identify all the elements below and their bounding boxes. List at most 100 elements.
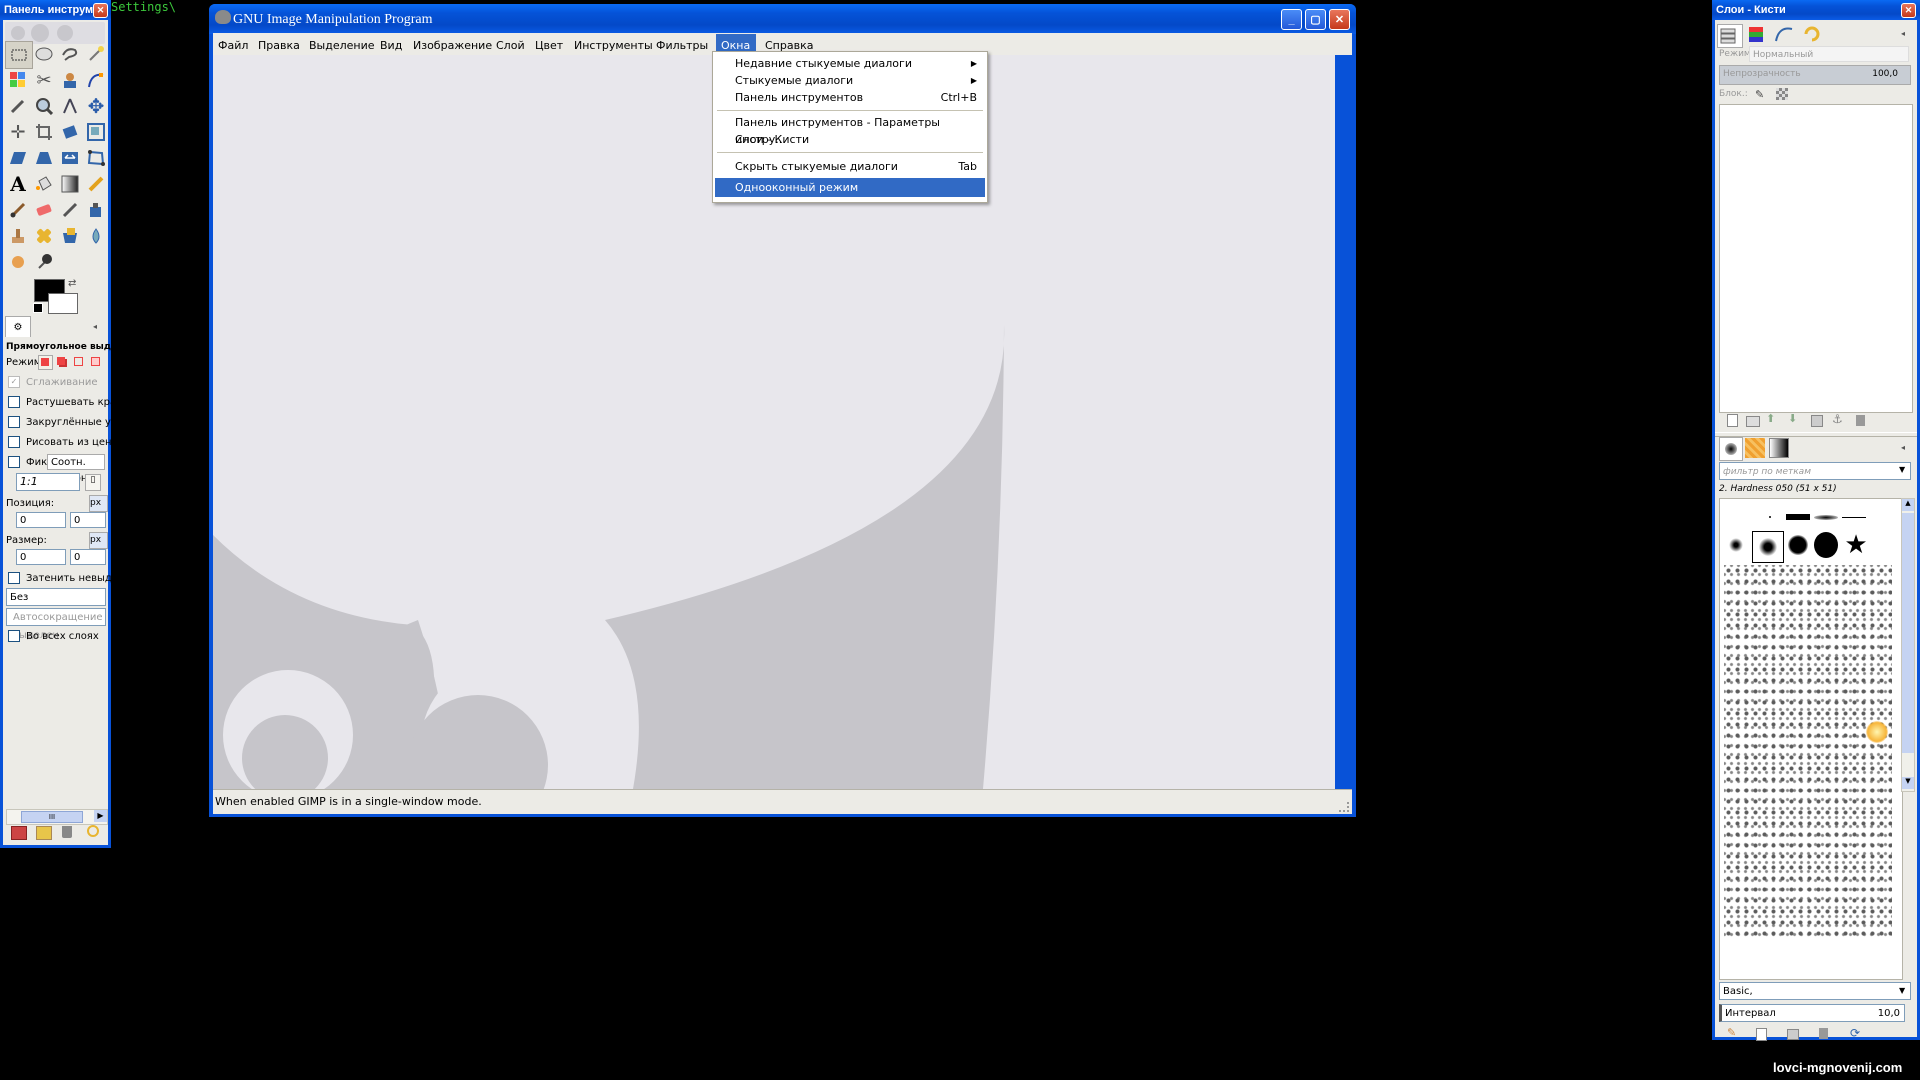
mode-intersect-button[interactable]	[89, 355, 102, 368]
highlight-option[interactable]: Затенить невыделен	[8, 572, 137, 584]
scroll-thumb[interactable]	[1902, 513, 1914, 753]
position-unit-select[interactable]: px	[89, 495, 108, 512]
tab-paths[interactable]	[1773, 24, 1797, 46]
ratio-input[interactable]: 1:1	[16, 473, 80, 491]
tag-filter-dropdown-icon[interactable]: ▼	[1899, 465, 1905, 474]
align-tool-icon[interactable]: ✛	[5, 119, 31, 145]
rotate-tool-icon[interactable]	[57, 119, 83, 145]
mode-subtract-button[interactable]	[72, 355, 85, 368]
menu-tools[interactable]: Инструменты	[574, 39, 653, 52]
menu-image[interactable]: Изображение	[413, 39, 492, 52]
paths-tool-icon[interactable]	[83, 67, 109, 93]
tab-channels[interactable]	[1745, 24, 1769, 46]
tab-gradients[interactable]	[1769, 438, 1789, 458]
delete-options-icon[interactable]	[62, 826, 72, 838]
menu-item-hide-docks[interactable]: Скрыть стыкуемые диалоги Tab	[715, 158, 985, 175]
preset-dropdown-icon[interactable]: ▼	[1899, 986, 1905, 995]
new-layer-icon[interactable]	[1727, 414, 1738, 427]
shear-tool-icon[interactable]	[5, 145, 31, 171]
ink-tool-icon[interactable]	[83, 197, 109, 223]
tab-brushes[interactable]	[1719, 437, 1743, 461]
brush-item[interactable]	[1758, 505, 1782, 529]
menu-item-layers-brushes[interactable]: Слои - Кисти	[715, 131, 985, 148]
guides-select[interactable]: Без направляющих	[6, 588, 106, 621]
clone-tool-icon[interactable]	[5, 223, 31, 249]
lasso-tool-icon[interactable]	[57, 41, 83, 67]
brush-item[interactable]: ★	[1844, 530, 1868, 560]
brush-item[interactable]	[1814, 505, 1838, 529]
minimize-button[interactable]: _	[1281, 9, 1302, 30]
move-tool-icon[interactable]: ✥	[83, 93, 109, 119]
menu-layer[interactable]: Слой	[496, 39, 525, 52]
new-brush-icon[interactable]	[1756, 1028, 1767, 1041]
layer-mode-select[interactable]: Нормальный	[1749, 46, 1909, 62]
mode-replace-button[interactable]	[38, 355, 53, 370]
scroll-down-button[interactable]: ▼	[1902, 777, 1914, 789]
blend-tool-icon[interactable]	[57, 171, 83, 197]
dodge-burn-tool-icon[interactable]	[31, 249, 57, 275]
tab-patterns[interactable]	[1745, 438, 1765, 458]
menu-edit[interactable]: Правка	[258, 39, 300, 52]
brush-grid-scrollbar[interactable]: ▲ ▼	[1901, 498, 1915, 792]
crop-tool-icon[interactable]	[31, 119, 57, 145]
brush-item[interactable]	[1842, 505, 1866, 529]
size-w-input[interactable]: 0	[16, 549, 66, 565]
rounded-option[interactable]: Закруглённые углы	[8, 416, 130, 428]
tag-filter-input[interactable]: фильтр по меткам	[1719, 462, 1911, 480]
toolbox-hscrollbar[interactable]: III ▶	[6, 809, 108, 825]
scroll-up-button[interactable]: ▲	[1902, 499, 1914, 511]
smudge-tool-icon[interactable]	[5, 249, 31, 275]
save-options-icon[interactable]	[11, 826, 27, 840]
highlight-checkbox[interactable]	[8, 572, 20, 584]
brush-item[interactable]	[1786, 533, 1810, 557]
antialias-option[interactable]: ✓ Сглаживание	[8, 376, 97, 388]
brush-item-selected[interactable]	[1752, 531, 1784, 563]
tab-menu-icon[interactable]: ◂	[93, 322, 97, 331]
antialias-checkbox[interactable]: ✓	[8, 376, 20, 388]
brush-item[interactable]	[1786, 505, 1810, 529]
dock-divider[interactable]	[1715, 432, 1917, 437]
from-center-checkbox[interactable]	[8, 436, 20, 448]
measure-tool-icon[interactable]	[57, 93, 83, 119]
close-button[interactable]: ✕	[1329, 9, 1350, 30]
duplicate-layer-icon[interactable]	[1811, 415, 1823, 427]
dock-titlebar[interactable]: Слои - Кисти ✕	[1712, 0, 1920, 20]
fuzzy-select-tool-icon[interactable]	[83, 41, 109, 67]
brush-sun-icon[interactable]	[1866, 721, 1888, 743]
brush-grid[interactable]: ★	[1719, 498, 1903, 980]
fixed-checkbox[interactable]	[8, 456, 20, 468]
lock-alpha-icon[interactable]	[1776, 88, 1788, 100]
duplicate-brush-icon[interactable]	[1787, 1029, 1799, 1040]
delete-brush-icon[interactable]	[1819, 1028, 1828, 1039]
brushes-tab-menu-icon[interactable]: ◂	[1901, 443, 1905, 452]
opacity-slider[interactable]: Непрозрачность 100,0	[1719, 65, 1911, 85]
size-h-input[interactable]: 0	[70, 549, 106, 565]
edit-brush-icon[interactable]: ✎	[1727, 1026, 1736, 1039]
raise-layer-icon[interactable]: ⬆	[1766, 412, 1775, 425]
scissors-tool-icon[interactable]: ✂	[31, 67, 57, 93]
dock-tab-menu-icon[interactable]: ◂	[1901, 29, 1905, 38]
airbrush-tool-icon[interactable]	[57, 197, 83, 223]
position-y-input[interactable]: 0	[70, 512, 106, 528]
dock-close-button[interactable]: ✕	[1901, 3, 1916, 18]
pencil-tool-icon[interactable]	[83, 171, 109, 197]
rect-select-tool-icon[interactable]	[5, 41, 33, 69]
tab-layers[interactable]	[1717, 24, 1743, 48]
paintbrush-tool-icon[interactable]	[5, 197, 31, 223]
menu-item-toolbox[interactable]: Панель инструментов Ctrl+B	[715, 89, 985, 106]
portrait-landscape-button[interactable]: ▯	[85, 474, 101, 491]
position-x-input[interactable]: 0	[16, 512, 66, 528]
menu-item-toolbox-options[interactable]: Панель инструментов - Параметры инстру..…	[715, 114, 985, 146]
menu-view[interactable]: Вид	[380, 39, 402, 52]
ellipse-select-tool-icon[interactable]	[31, 41, 57, 67]
eraser-tool-icon[interactable]	[31, 197, 57, 223]
from-center-option[interactable]: Рисовать из центра	[8, 436, 130, 448]
text-tool-icon[interactable]: A	[5, 171, 31, 197]
menu-file[interactable]: Файл	[218, 39, 248, 52]
toolbox-titlebar[interactable]: Панель инструме... ✕	[0, 0, 111, 20]
menu-colors[interactable]: Цвет	[535, 39, 563, 52]
fixed-type-select[interactable]: Соотн. сторон	[47, 454, 105, 484]
maximize-button[interactable]: ▢	[1305, 9, 1326, 30]
blur-tool-icon[interactable]	[83, 223, 109, 249]
all-layers-checkbox[interactable]	[8, 630, 20, 642]
